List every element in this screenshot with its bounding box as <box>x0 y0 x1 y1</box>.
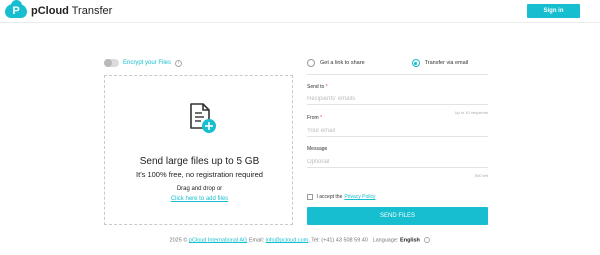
radio-get-link[interactable] <box>307 59 315 67</box>
from-email-input[interactable] <box>307 125 488 137</box>
footer-email-label: Email: <box>248 237 265 244</box>
footer-tel: Tel: (+41) 43 508 59 40 <box>311 237 368 244</box>
message-label: Message <box>307 146 328 152</box>
top-header: P pCloud Transfer Sign in <box>0 0 600 23</box>
add-files-link[interactable]: Click here to add files <box>105 196 294 202</box>
privacy-policy-link[interactable]: Privacy Policy <box>344 194 375 200</box>
logo-text: pCloud Transfer <box>31 4 112 18</box>
from-label-text: From <box>307 115 319 121</box>
info-icon[interactable]: i <box>175 59 183 67</box>
language-label: Language: <box>372 237 399 244</box>
option-email[interactable]: Transfer via email <box>411 59 469 67</box>
transfer-options: Get a link to share Transfer via email <box>307 59 468 67</box>
option-email-label: Transfer via email <box>424 60 469 66</box>
logo-suffix: Transfer <box>71 5 113 17</box>
from-label: From * <box>307 115 322 121</box>
dropzone-subtitle: It's 100% free, no registration required <box>136 170 263 179</box>
encrypt-toggle[interactable] <box>104 59 119 67</box>
required-mark: * <box>320 115 323 121</box>
file-dropzone[interactable]: Send large files up to 5 GB It's 100% fr… <box>104 75 293 225</box>
company-link[interactable]: pCloud International AG <box>189 237 247 243</box>
accept-text: I accept the <box>316 194 343 200</box>
send-to-label: Send to * <box>307 84 328 90</box>
send-to-label-text: Send to <box>307 84 325 90</box>
email-link[interactable]: info@pcloud.com <box>266 237 309 243</box>
language-selector[interactable]: English <box>400 237 420 243</box>
options-divider <box>307 74 488 75</box>
message-char-counter: 500 left <box>474 173 488 178</box>
transfer-page: Encrypt your Files i Send large files up… <box>0 23 600 255</box>
send-files-button[interactable]: SEND FILES <box>307 207 488 225</box>
file-add-icon <box>190 103 216 133</box>
radio-email[interactable] <box>411 59 420 67</box>
pcloud-cloud-icon: P <box>5 0 27 18</box>
privacy-accept-row: I accept the Privacy Policy <box>307 194 375 200</box>
drag-drop-text: Drag and drop or <box>176 186 223 192</box>
option-get-link-label: Get a link to share <box>320 60 365 66</box>
message-input[interactable] <box>307 156 488 168</box>
send-to-hint: Up to 10 recipients <box>454 110 488 115</box>
privacy-checkbox[interactable] <box>307 194 313 200</box>
required-mark: * <box>325 84 328 90</box>
footer-copyright: 2025 © <box>169 237 188 244</box>
option-get-link[interactable]: Get a link to share <box>307 59 365 67</box>
encrypt-label[interactable]: Encrypt your Files <box>123 60 171 66</box>
send-to-input[interactable] <box>307 93 488 105</box>
pcloud-logo[interactable]: P pCloud Transfer <box>5 0 112 18</box>
encrypt-files-toggle-row: Encrypt your Files i <box>104 59 183 67</box>
dropzone-title: Send large files up to 5 GB <box>139 156 260 167</box>
globe-icon[interactable] <box>424 237 431 243</box>
logo-brand: pCloud <box>31 5 69 17</box>
footer: 2025 © pCloud International AG Email: in… <box>0 237 600 243</box>
sign-in-button[interactable]: Sign in <box>527 4 580 18</box>
